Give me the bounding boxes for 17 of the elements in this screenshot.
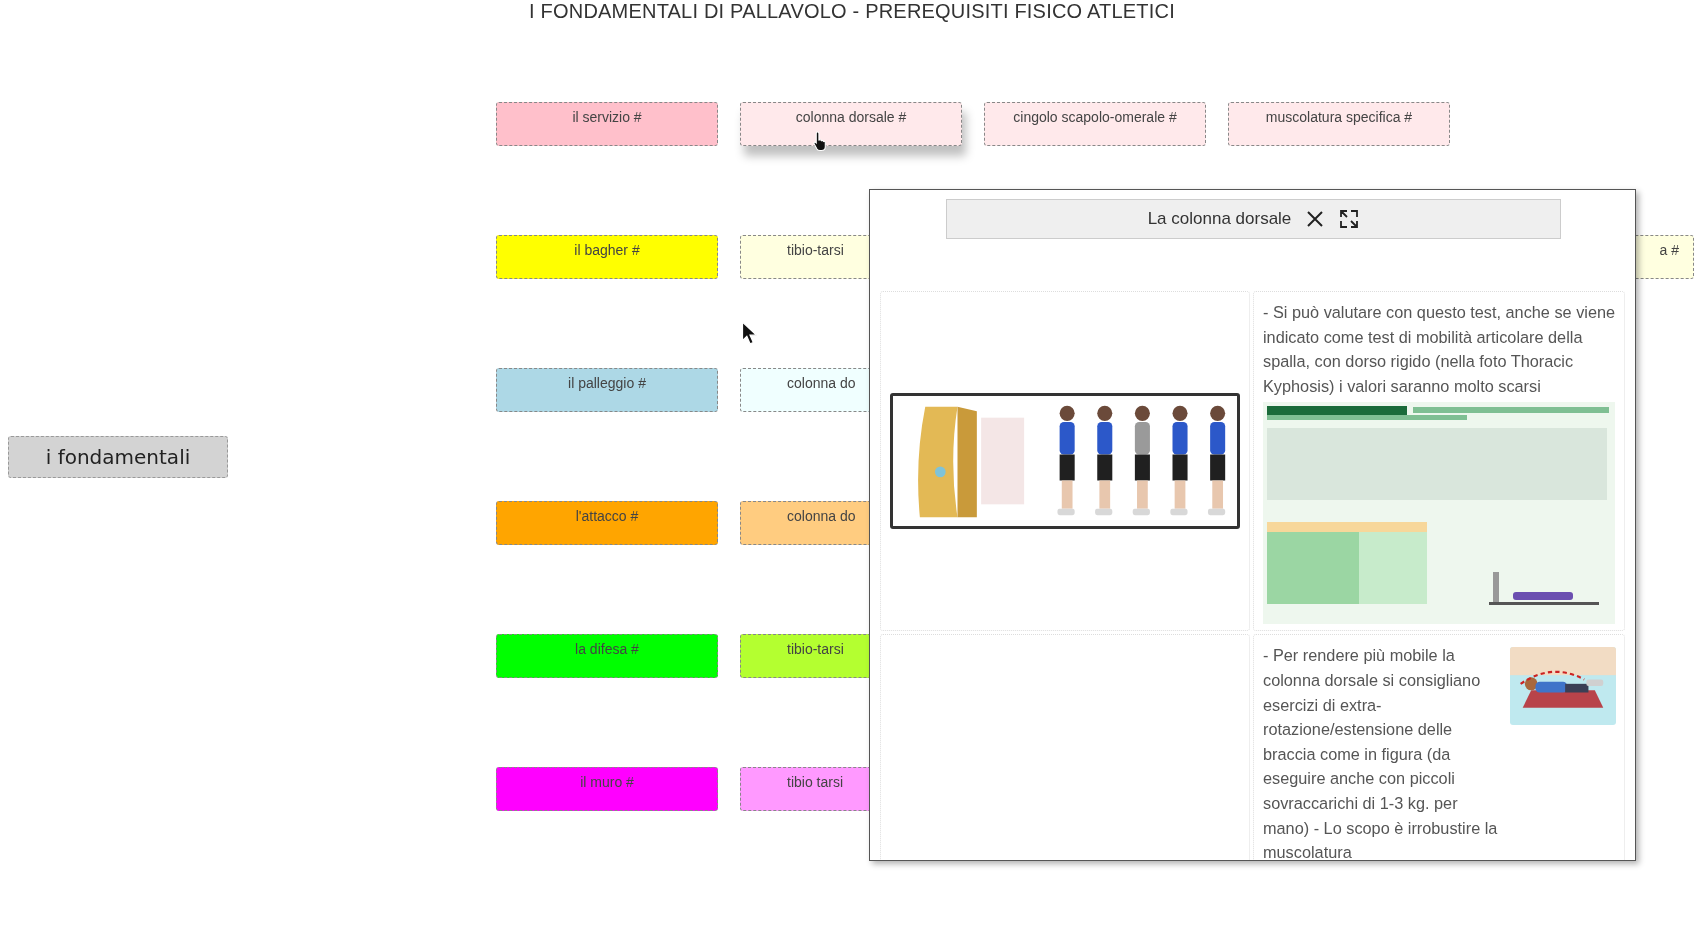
mind-map-node[interactable]: la difesa # [496,634,718,678]
mind-map-node[interactable]: i fondamentali [8,436,228,478]
mind-map-node[interactable]: colonna dorsale # [740,102,962,146]
mind-map-node[interactable]: il palleggio # [496,368,718,412]
mind-map-node[interactable]: il bagher # [496,235,718,279]
description-text: - Per rendere più mobile la colonna dorsale si consigliano esercizi di extra-rotazione/estensione delle braccia come in figura (da eseguire anche con piccoli sovraccarichi di 1-3 kg. per mano) - Lo scopo è irrobustire la muscolatura [1263,645,1499,860]
page-title: I FONDAMENTALI DI PALLAVOLO - PREREQUISITI FISICO ATLETICI [528,0,1176,23]
mind-map-node[interactable]: muscolatura specifica # [1228,102,1450,146]
expand-icon[interactable] [1339,209,1360,229]
popup-title: La colonna dorsale [1147,209,1292,229]
hand-cursor-icon [812,130,829,152]
close-icon[interactable] [1305,209,1326,229]
mind-map-node[interactable]: il servizio # [496,102,718,146]
description-text: - Si può valutare con questo test, anche se viene indicato come test di mobilità articolare della spalla, con dorso rigido (nella foto Thoracic Kyphosis) i valori saranno molto scarsi [1263,302,1616,397]
arrow-cursor-icon [741,321,757,345]
mind-map-node[interactable]: l'attacco # [496,501,718,545]
mind-map-node[interactable]: cingolo scapolo-omerale # [984,102,1206,146]
